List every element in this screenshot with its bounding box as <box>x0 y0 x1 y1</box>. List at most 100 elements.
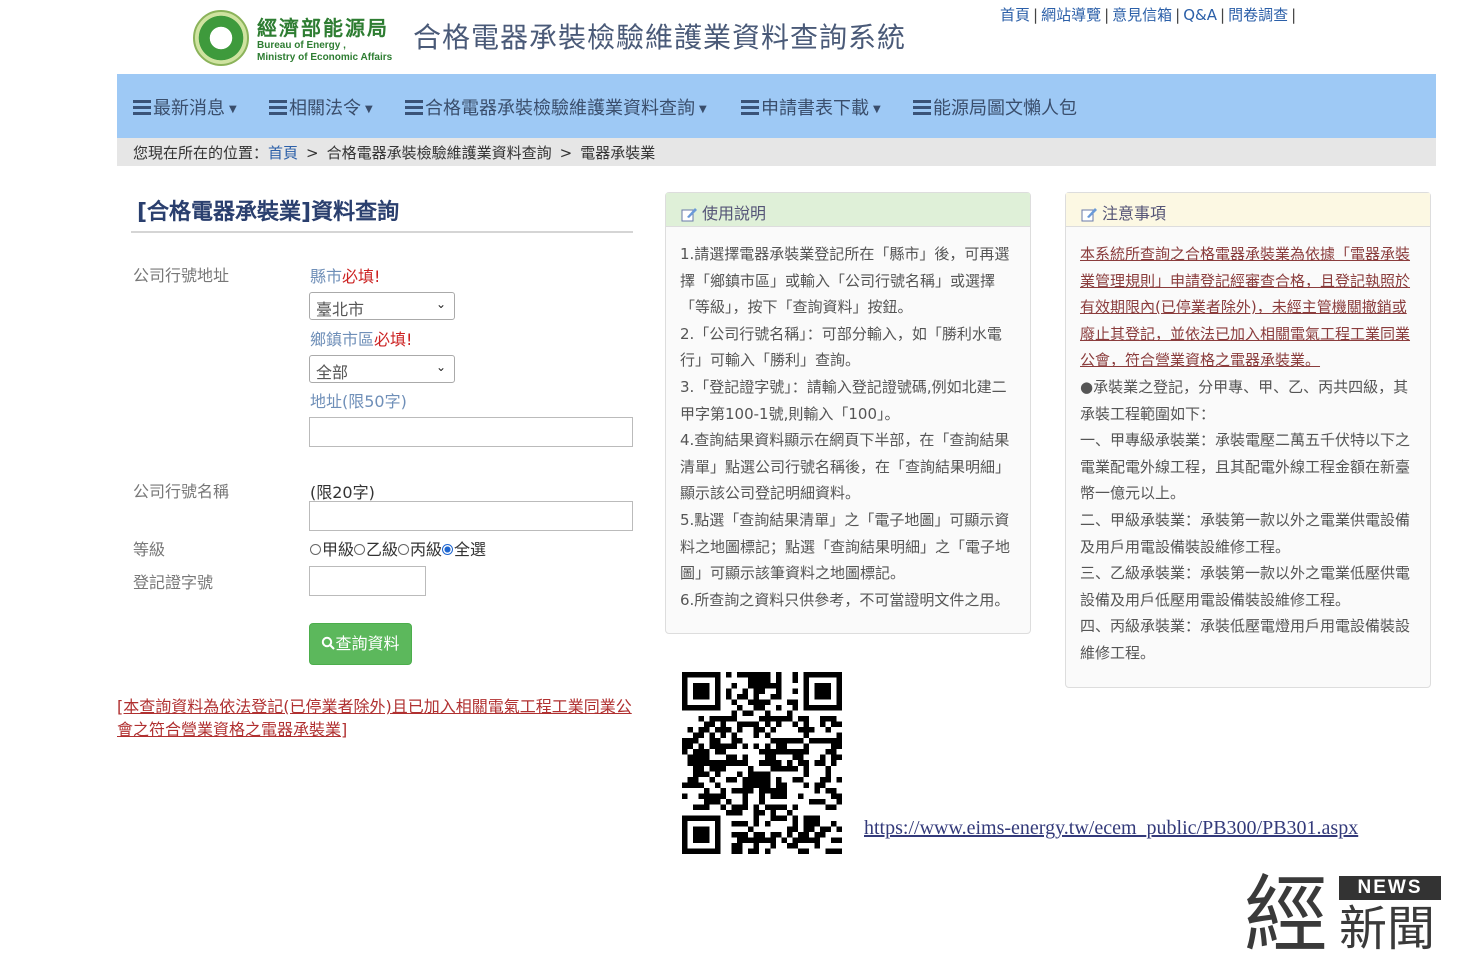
nav-item-forms[interactable]: 申請書表下載 ▼ <box>741 94 881 120</box>
breadcrumb: 您現在所在的位置：首頁 > 合格電器承裝檢驗維護業資料查詢 > 電器承裝業 <box>117 138 1436 166</box>
notice-line: ●承裝業之登記，分甲專、甲、乙、丙共四級，其 <box>1080 377 1409 396</box>
notice-link-line[interactable]: 本系統所查詢之合格電器承裝業為依據「電器承裝 <box>1080 241 1416 268</box>
usage-line: 料之地圖標記；點選「查詢結果明細」之「電子地 <box>680 537 1011 556</box>
form-title-divider <box>131 231 633 233</box>
grade-radio-b-label: 乙級 <box>366 540 399 559</box>
breadcrumb-prefix: 您現在所在的位置： <box>133 144 269 162</box>
usage-line: 2.「公司行號名稱」：可部分輸入，如「勝利水電 <box>680 324 1002 343</box>
address-hint: 地址(限50字) <box>310 392 407 411</box>
notice-panel: 注意事項 本系統所查詢之合格電器承裝業為依據「電器承裝 業管理規則」申請登記經審查… <box>1065 192 1431 688</box>
watermark-news-badge: NEWS <box>1339 876 1441 900</box>
search-button[interactable]: 查詢資料 <box>309 623 412 665</box>
notice-link-line[interactable]: 業管理規則」申請登記經審查合格，且登記執照於 <box>1080 268 1416 295</box>
nav-item-label: 最新消息 <box>153 98 225 119</box>
nav-item-label: 相關法令 <box>289 98 361 119</box>
grade-radio-all[interactable] <box>442 544 454 555</box>
company-name-label: 公司行號名稱 <box>133 482 230 501</box>
notice-panel-title: 注意事項 <box>1102 204 1167 223</box>
menu-icon <box>405 100 423 115</box>
nav-item-label: 申請書表下載 <box>761 98 869 119</box>
usage-line: 「等級」，按下「查詢資料」按鈕。 <box>680 298 913 317</box>
grade-radio-a-label: 甲級 <box>322 540 355 559</box>
qr-code-image <box>682 672 842 854</box>
nav-item-regulations[interactable]: 相關法令 ▼ <box>269 94 373 120</box>
grade-radio-group: 甲級 乙級 丙級 全選 <box>310 536 486 560</box>
usage-panel-header: 使用說明 <box>666 193 1030 227</box>
cert-number-label: 登記證字號 <box>133 573 214 592</box>
breadcrumb-level1: 合格電器承裝檢驗維護業資料查詢 <box>326 144 552 162</box>
grade-radio-c[interactable] <box>398 544 410 555</box>
menu-icon <box>133 100 151 115</box>
breadcrumb-level2: 電器承裝業 <box>580 144 656 162</box>
breadcrumb-home-link[interactable]: 首頁 <box>268 144 298 162</box>
usage-line: 行」可輸入「勝利」查詢。 <box>680 351 861 370</box>
company-name-input[interactable] <box>309 501 633 531</box>
usage-line: 3.「登記證字號」：請輸入登記證號碼,例如北建二 <box>680 377 1007 396</box>
district-select-value: 全部 <box>316 363 349 382</box>
grade-radio-a[interactable] <box>310 544 321 555</box>
top-link-survey[interactable]: 問卷調查 <box>1228 6 1288 24</box>
caret-down-icon: ▼ <box>365 104 373 115</box>
nav-item-news[interactable]: 最新消息 ▼ <box>133 94 237 120</box>
form-title: [合格電器承裝業]資料查詢 <box>137 200 400 225</box>
url-link[interactable]: https://www.eims-energy.tw/ecem_public/P… <box>864 817 1358 840</box>
qualification-note-link[interactable]: [本查詢資料為依法登記(已停業者除外)且已加入相關電氣工程工業同業公會之符合營業… <box>117 695 647 741</box>
notice-link-line[interactable]: 廢止其登記，並依法已加入相關電氣工程工業同業 <box>1080 321 1416 348</box>
breadcrumb-separator: > <box>559 144 573 162</box>
top-link-sitemap[interactable]: 網站導覽 <box>1041 6 1101 24</box>
usage-panel-title: 使用說明 <box>702 204 767 223</box>
address-input[interactable] <box>309 417 633 447</box>
top-link-faq[interactable]: Q&A <box>1183 6 1217 24</box>
notice-link-line[interactable]: 有效期限內(已停業者除外)，未經主管機關撤銷或 <box>1080 294 1416 321</box>
main-navbar: 最新消息 ▼ 相關法令 ▼ 合格電器承裝檢驗維護業資料查詢 ▼ 申請書表下載 ▼ 能源局… <box>117 74 1436 138</box>
notice-line: 及用戶用電設備裝設維修工程。 <box>1080 537 1291 556</box>
notice-line: 三、乙級承裝業：承裝第一款以外之電業低壓供電 <box>1080 564 1411 583</box>
pencil-icon <box>1081 208 1097 222</box>
chevron-down-icon: ⌄ <box>435 297 446 311</box>
notice-line: 一、甲專級承裝業：承裝電壓二萬五千伏特以下之 <box>1080 431 1411 450</box>
menu-icon <box>741 100 759 115</box>
usage-line: 6.所查詢之資料只供參考，不可當證明文件之用。 <box>680 590 1010 609</box>
usage-line: 顯示該公司登記明細資料。 <box>680 484 861 503</box>
logo-chinese-name: 經濟部能源局 <box>257 16 389 40</box>
top-link-feedback[interactable]: 意見信箱 <box>1112 6 1172 24</box>
county-select[interactable]: 臺北市 ⌄ <box>309 292 455 320</box>
address-label: 公司行號地址 <box>133 266 230 285</box>
caret-down-icon: ▼ <box>229 104 237 115</box>
grade-radio-all-label: 全選 <box>454 540 487 559</box>
grade-radio-b[interactable] <box>354 544 366 555</box>
usage-line: 圖」可顯示該筆資料之地圖標記。 <box>680 564 906 583</box>
notice-line: 電業配電外線工程，且其配電外線工程金額在新臺 <box>1080 457 1411 476</box>
nav-item-infographics[interactable]: 能源局圖文懶人包 <box>913 94 1077 120</box>
usage-line: 4.查詢結果資料顯示在網頁下半部，在「查詢結果 <box>680 431 1010 450</box>
notice-line: 二、甲級承裝業：承裝第一款以外之電業供電設備 <box>1080 510 1411 529</box>
notice-panel-header: 注意事項 <box>1066 193 1430 227</box>
cert-number-input[interactable] <box>309 566 426 596</box>
bureau-logo-icon <box>193 10 249 66</box>
required-mark: 必填! <box>374 330 413 349</box>
district-select[interactable]: 全部 ⌄ <box>309 355 455 383</box>
county-hint-text: 縣市 <box>310 267 343 286</box>
menu-icon <box>269 100 287 115</box>
nav-item-query[interactable]: 合格電器承裝檢驗維護業資料查詢 ▼ <box>405 94 707 120</box>
nav-item-label: 能源局圖文懶人包 <box>933 98 1077 119</box>
notice-link-line[interactable]: 公會，符合營業資格之電器承裝業。 <box>1080 347 1416 374</box>
county-hint: 縣市必填! <box>310 263 380 287</box>
site-title: 合格電器承裝檢驗維護業資料查詢系統 <box>413 21 907 54</box>
pencil-icon <box>681 208 697 222</box>
logo-english-line1: Bureau of Energy , <box>257 40 346 51</box>
notice-line: 維修工程。 <box>1080 643 1156 662</box>
grade-label: 等級 <box>133 540 166 559</box>
usage-line: 5.點選「查詢結果清單」之「電子地圖」可顯示資 <box>680 510 1010 529</box>
nav-item-label: 合格電器承裝檢驗維護業資料查詢 <box>425 98 695 119</box>
usage-panel: 使用說明 1.請選擇電器承裝業登記所在「縣市」後，可再選 擇「鄉鎮市區」或輸入「公… <box>665 192 1031 634</box>
county-select-value: 臺北市 <box>316 300 365 319</box>
top-link-home[interactable]: 首頁 <box>1000 6 1030 24</box>
menu-icon <box>913 100 931 115</box>
district-hint-text: 鄉鎮市區 <box>310 330 375 349</box>
notice-panel-body: 本系統所查詢之合格電器承裝業為依據「電器承裝 業管理規則」申請登記經審查合格，且登… <box>1080 241 1416 667</box>
breadcrumb-separator: > <box>306 144 319 162</box>
top-links: 首頁 | 網站導覽 | 意見信箱 | Q&A | 問卷調查 | <box>1000 6 1297 24</box>
logo-english-line2: Ministry of Economic Affairs <box>257 52 393 63</box>
caret-down-icon: ▼ <box>873 104 881 115</box>
